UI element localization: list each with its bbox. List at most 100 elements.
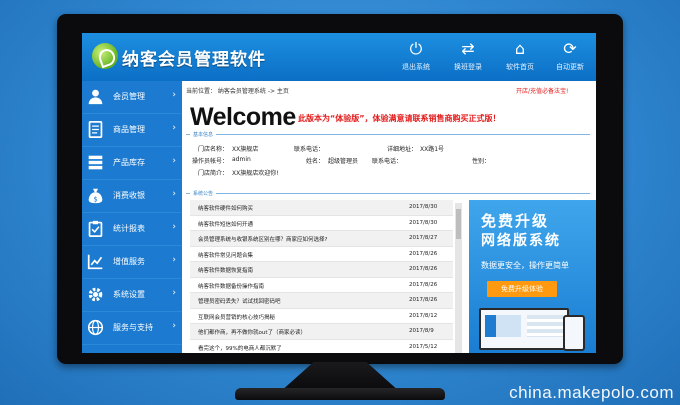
chevron-right-icon: › (172, 189, 176, 199)
gender-label: 性别： (472, 158, 491, 165)
sidebar-item-label: 商品管理 (113, 125, 145, 134)
phone-illustration (563, 315, 585, 351)
announcement-date: 2017/8/26 (409, 297, 438, 303)
sidebar-item-label: 消费收银 (113, 191, 145, 200)
user-icon (88, 89, 103, 105)
section-divider (186, 193, 590, 194)
sidebar-item-label: 增值服务 (113, 257, 145, 266)
chevron-right-icon: › (172, 288, 176, 298)
sidebar-item-members[interactable]: 会员管理 › (82, 81, 182, 114)
watermark: china.makepolo.com (509, 383, 674, 402)
contact-phone-label: 联系电话： (372, 158, 403, 165)
app-title: 纳客会员管理软件 (122, 50, 266, 70)
announcement-row[interactable]: 互联网会员营销的核心技巧揭秘 2017/8/12 (190, 309, 453, 324)
power-icon: ⏻ (409, 39, 423, 58)
promo-headline: 免费升级 (481, 212, 550, 230)
upgrade-promo-banner[interactable]: 免费升级 网络版系统 数据更安全，操作更简单 免费升级体验 (469, 200, 596, 353)
app-header: 纳客会员管理软件 ⏻ 退出系统 ⇄ 换班登录 ⌂ 软件首页 ⟳ 自动更新 (82, 33, 596, 81)
promo-subheadline: 网络版系统 (481, 233, 561, 249)
intro-label: 门店简介： (198, 170, 229, 177)
announcement-title: 纳客软件常见问题合集 (198, 252, 254, 259)
announcement-scrollbar[interactable] (455, 203, 462, 353)
scrollbar-thumb[interactable] (456, 209, 461, 239)
announcements-title: 系统公告 (190, 190, 217, 197)
basic-info-title: 基本信息 (190, 131, 217, 138)
database-icon (88, 155, 103, 170)
announcement-title: 管理员密码丢失？试试找回密码吧 (198, 299, 281, 305)
announcement-title: 纳客软件数据恢复指南 (198, 268, 254, 274)
section-divider (186, 134, 590, 135)
laptop-illustration (479, 308, 569, 350)
document-icon (88, 121, 103, 138)
chevron-right-icon: › (172, 90, 176, 100)
auto-update-label: 自动更新 (556, 63, 584, 71)
promo-notice-link[interactable]: 开店/充值必备法宝! (516, 86, 568, 95)
announcement-date: 2017/5/12 (409, 343, 438, 350)
announcement-date: 2017/8/30 (409, 219, 438, 226)
sidebar-item-value-added[interactable]: 增值服务 › (82, 246, 182, 279)
chevron-right-icon: › (172, 222, 176, 232)
home-icon: ⌂ (514, 39, 526, 58)
announcement-date: 2017/8/12 (409, 312, 438, 319)
home-label: 软件首页 (506, 63, 534, 71)
chevron-right-icon: › (172, 255, 176, 265)
announcement-title: 他们都作商，再不做你就out了（商家必读） (198, 330, 307, 336)
announcement-title: 纳客软件硬件如何购买 (198, 206, 254, 212)
promo-tagline: 数据更安全，操作更简单 (481, 261, 569, 270)
sidebar-item-label: 系统设置 (113, 290, 145, 299)
sidebar-item-inventory[interactable]: 产品库存 › (82, 147, 182, 180)
address-value: XX路1号 (420, 146, 445, 153)
sidebar-item-support[interactable]: 服务与支持 › (82, 312, 182, 345)
announcement-row[interactable]: 会员管理系统与收银系统区别在哪？商家应如何选择? 2017/8/27 (190, 231, 453, 247)
sidebar-item-reports[interactable]: 统计报表 › (82, 213, 182, 246)
auto-update-button[interactable]: ⟳ 自动更新 (550, 39, 590, 75)
logo-icon (92, 43, 118, 69)
announcement-date: 2017/8/9 (409, 328, 434, 334)
globe-icon (87, 319, 104, 336)
switch-user-icon: ⇄ (461, 39, 475, 58)
trial-notice: 此版本为“体验版”，体验满意请联系销售商购买正式版！ (298, 114, 501, 123)
announcement-date: 2017/8/26 (409, 266, 438, 272)
sidebar-item-checkout[interactable]: $ 消费收银 › (82, 180, 182, 213)
announcement-row[interactable]: 纳客软件数据恢复指南 2017/8/26 (190, 262, 453, 278)
announcement-row[interactable]: 他们都作商，再不做你就out了（商家必读） 2017/8/9 (190, 324, 453, 340)
announcement-title: 纳客软件数据备份操作指南 (198, 283, 265, 290)
announcement-date: 2017/8/27 (409, 235, 438, 241)
switch-user-button[interactable]: ⇄ 换班登录 (448, 39, 488, 75)
intro-value: XX旗舰店欢迎你! (232, 170, 279, 177)
address-label: 详细地址： (387, 146, 418, 153)
announcement-date: 2017/8/30 (409, 204, 438, 210)
gear-icon (88, 287, 103, 302)
app-window: 纳客会员管理软件 ⏻ 退出系统 ⇄ 换班登录 ⌂ 软件首页 ⟳ 自动更新 会员管… (82, 33, 596, 353)
phone-label: 联系电话： (294, 146, 325, 153)
store-name-value: XX旗舰店 (232, 146, 259, 153)
announcement-date: 2017/8/26 (409, 281, 438, 288)
sidebar-item-label: 统计报表 (113, 224, 145, 233)
logout-button[interactable]: ⏻ 退出系统 (396, 39, 436, 75)
sidebar-item-products[interactable]: 商品管理 › (82, 114, 182, 147)
announcement-title: 纳客软件短信如何开通 (198, 221, 254, 228)
name-label: 姓名： (306, 158, 325, 165)
home-button[interactable]: ⌂ 软件首页 (500, 39, 540, 75)
announcement-row[interactable]: 管理员密码丢失？试试找回密码吧 2017/8/26 (190, 293, 453, 309)
announcement-row[interactable]: 纳客软件常见问题合集 2017/8/26 (190, 247, 453, 262)
announcement-row[interactable]: 看完这个，99%的电商人都沉默了 2017/5/12 (190, 340, 453, 354)
operator-label: 操作员帐号： (192, 158, 229, 165)
chart-icon (87, 254, 103, 270)
announcement-row[interactable]: 纳客软件硬件如何购买 2017/8/30 (190, 200, 453, 216)
announcement-row[interactable]: 纳客软件数据备份操作指南 2017/8/26 (190, 278, 453, 293)
svg-text:$: $ (93, 195, 97, 203)
announcement-row[interactable]: 纳客软件短信如何开通 2017/8/30 (190, 216, 453, 231)
announcement-title: 互联网会员营销的核心技巧揭秘 (198, 314, 276, 321)
sidebar-item-label: 产品库存 (113, 158, 145, 167)
money-bag-icon: $ (88, 188, 103, 203)
name-value: 超级管理员 (328, 158, 359, 165)
sidebar-item-settings[interactable]: 系统设置 › (82, 279, 182, 312)
clipboard-icon (88, 220, 103, 237)
monitor-stand-base (235, 388, 445, 400)
sidebar-item-label: 会员管理 (113, 92, 145, 101)
logout-label: 退出系统 (402, 63, 430, 71)
chevron-right-icon: › (172, 156, 176, 166)
sidebar-item-label: 服务与支持 (113, 323, 153, 332)
free-upgrade-button[interactable]: 免费升级体验 (487, 281, 557, 297)
